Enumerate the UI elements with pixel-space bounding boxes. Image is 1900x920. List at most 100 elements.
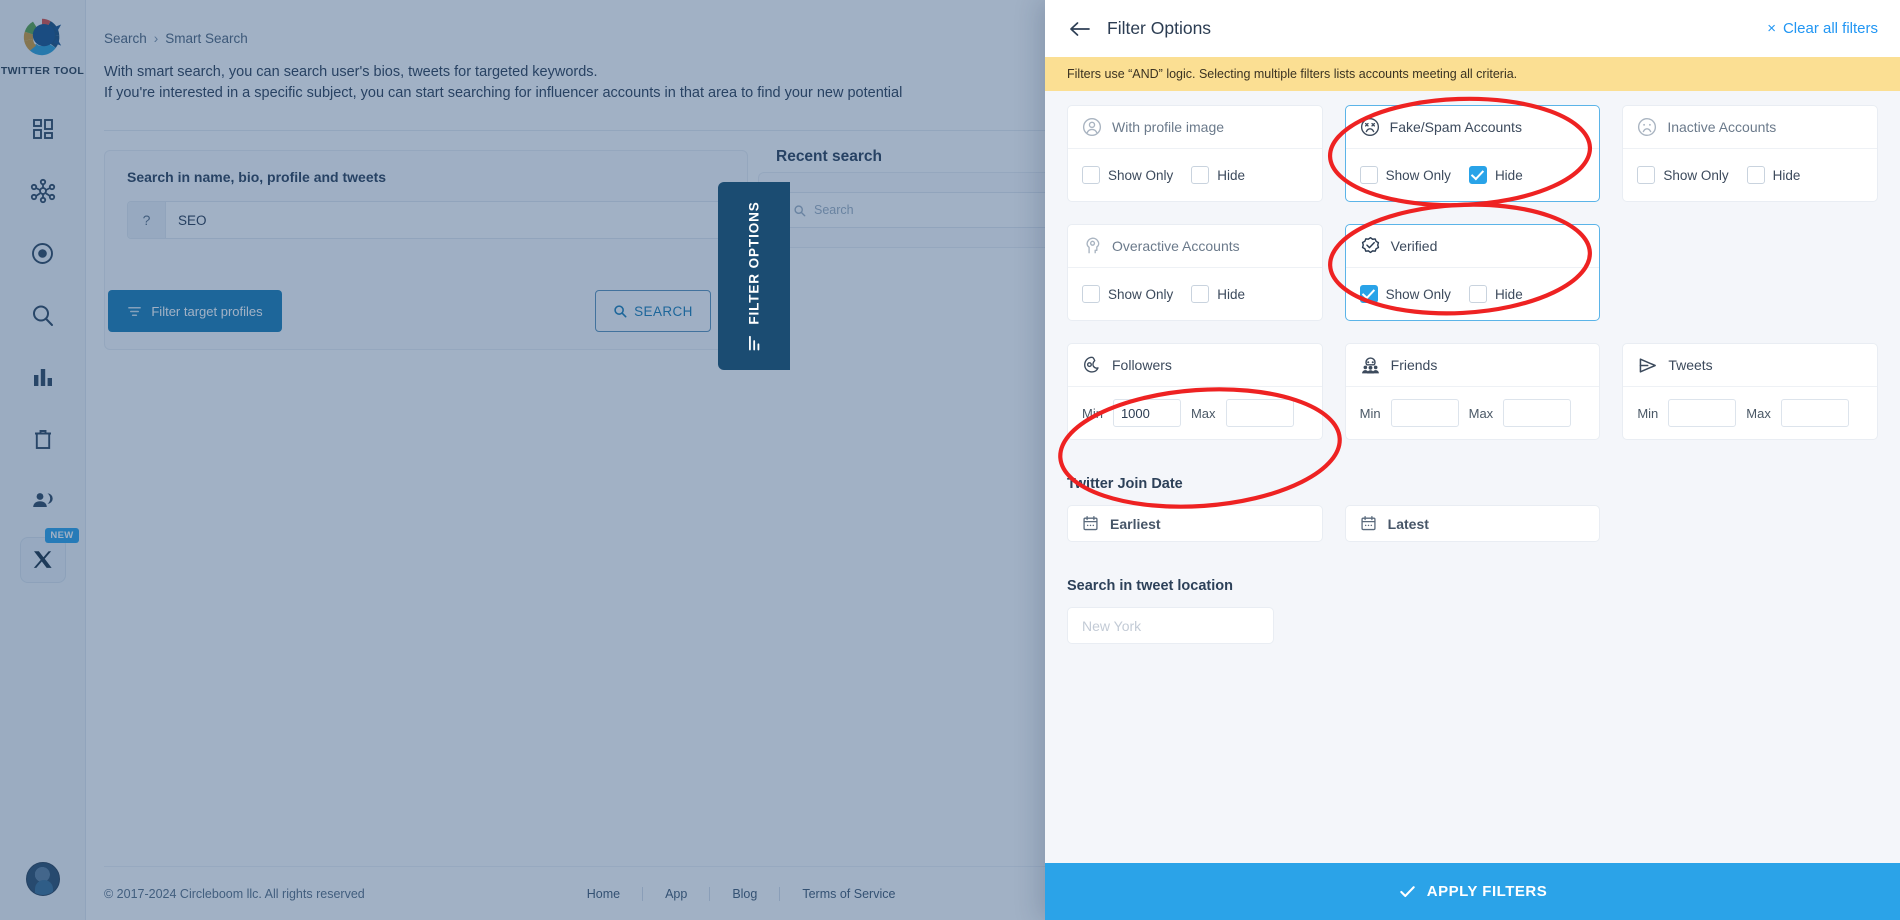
sidebar: TWITTER TOOL NEW [0,0,86,920]
filter-card-followers[interactable]: Followers Min Max [1067,343,1323,440]
filter-card-fake-spam-accounts[interactable]: Fake/Spam Accounts Show Only Hide [1344,105,1601,202]
hide-checkbox[interactable]: Hide [1746,166,1801,184]
send-icon [1637,355,1658,376]
card-body: Min Max [1346,387,1600,439]
card-title: Overactive Accounts [1112,238,1240,254]
circleboom-logo-icon [24,18,62,56]
max-label: Max [1468,405,1494,421]
join-date-earliest-picker[interactable]: Earliest [1067,505,1323,542]
card-title: Fake/Spam Accounts [1389,119,1522,135]
footer-links: Home App Blog Terms of Service [565,886,918,901]
sidebar-item-cleanup[interactable] [15,413,71,465]
recent-search-input[interactable]: Search [781,192,1081,228]
footer-link-blog[interactable]: Blog [709,886,779,901]
tweet-location-input[interactable] [1067,607,1274,644]
network-icon [30,178,55,204]
checkbox-box [1191,285,1210,303]
sad-face-icon [1360,117,1380,137]
max-label: Max [1746,405,1771,421]
checkbox-box [1746,166,1765,184]
sidebar-item-dashboard[interactable] [15,103,71,155]
card-header: With profile image [1068,106,1322,149]
card-header: Tweets [1623,344,1877,387]
filter-card-verified[interactable]: Verified Show Only Hide [1344,224,1601,321]
join-date-latest-picker[interactable]: Latest [1344,505,1601,542]
breadcrumb: Search › Smart Search [104,31,248,46]
sidebar-item-analytics[interactable] [15,351,71,403]
filter-card-friends[interactable]: Friends Min Max [1344,343,1601,440]
followers-max-input[interactable] [1225,399,1294,427]
card-body: Show Only Hide [1346,268,1600,320]
card-title: Inactive Accounts [1667,119,1777,135]
filter-options-tab[interactable]: FILTER OPTIONS [718,182,790,370]
hide-checkbox[interactable]: Hide [1191,285,1245,303]
hide-checkbox[interactable]: Hide [1468,166,1523,184]
followers-min-input[interactable] [1112,399,1181,427]
search-input[interactable] [166,202,726,238]
search-button[interactable]: SEARCH [595,290,711,332]
checkbox-label: Hide [1217,286,1246,302]
checkbox-label: Hide [1772,167,1801,183]
filter-options-tab-inner: FILTER OPTIONS [746,201,763,351]
show-only-checkbox[interactable]: Show Only [1637,166,1729,184]
app-logo[interactable]: TWITTER TOOL [1,14,84,77]
footer-link-app[interactable]: App [642,886,709,901]
show-only-checkbox[interactable]: Show Only [1359,285,1451,303]
search-card-label: Search in name, bio, profile and tweets [127,169,387,185]
friends-icon [1360,355,1381,376]
show-only-checkbox[interactable]: Show Only [1082,285,1173,303]
join-date-latest-label: Latest [1387,515,1429,532]
sidebar-item-search[interactable] [15,289,71,341]
apply-filters-button[interactable]: APPLY FILTERS [1045,863,1900,920]
card-body: Min Max [1068,387,1322,439]
sidebar-item-target[interactable] [15,227,71,279]
sidebar-item-x-platform[interactable]: NEW [19,528,79,583]
filter-card-tweets[interactable]: Tweets Min Max [1622,343,1878,440]
checkbox-label: Show Only [1385,167,1451,183]
card-title: Followers [1112,357,1172,373]
recent-search-title: Recent search [776,148,882,165]
tweets-min-input[interactable] [1668,399,1737,427]
user-circle-icon [1082,117,1102,137]
show-only-checkbox[interactable]: Show Only [1082,166,1173,184]
back-arrow-icon[interactable] [1067,16,1093,42]
filter-card-inactive-accounts[interactable]: Inactive Accounts Show Only Hide [1622,105,1878,202]
hide-checkbox[interactable]: Hide [1191,166,1245,184]
tweets-max-input[interactable] [1780,399,1849,427]
sidebar-item-network[interactable] [15,165,71,217]
clear-all-filters-button[interactable]: × Clear all filters [1767,20,1878,37]
breadcrumb-current[interactable]: Smart Search [165,31,248,46]
footer-link-home[interactable]: Home [565,887,642,901]
filter-target-profiles-label: Filter target profiles [151,303,263,319]
card-title: Verified [1390,238,1438,254]
avatar[interactable] [26,862,60,896]
breadcrumb-root[interactable]: Search [104,31,147,46]
checkbox-box [1082,166,1100,184]
frown-face-icon [1637,117,1657,137]
send-glyph [1640,357,1657,373]
checkbox-box [1359,285,1378,303]
search-icon [33,305,53,326]
search-icon [794,204,806,216]
checkbox-box [1468,166,1487,184]
footer-link-terms[interactable]: Terms of Service [779,886,917,901]
close-icon: × [1767,20,1776,37]
intro-line-1: With smart search, you can search user's… [104,64,598,80]
join-date-grid: Earliest Latest [1067,505,1878,542]
sidebar-item-audience[interactable] [15,475,71,527]
sad-face-glyph [1360,117,1379,137]
checkbox-box [1637,166,1656,184]
friends-min-input[interactable] [1390,399,1459,427]
show-only-checkbox[interactable]: Show Only [1359,166,1451,184]
card-title: Tweets [1668,357,1713,373]
hide-checkbox[interactable]: Hide [1468,285,1523,303]
friends-max-input[interactable] [1503,399,1572,427]
filter-card-with-profile-image[interactable]: With profile image Show Only Hide [1067,105,1323,202]
filter-target-profiles-button[interactable]: Filter target profiles [108,290,282,332]
filter-card-overactive-accounts[interactable]: Overactive Accounts Show Only Hide [1067,224,1323,321]
user-circle-glyph [1082,117,1102,137]
card-header: Fake/Spam Accounts [1345,106,1600,149]
min-label: Min [1637,405,1659,421]
card-body: Show Only Hide [1068,149,1322,201]
help-question-icon[interactable]: ? [128,202,166,238]
